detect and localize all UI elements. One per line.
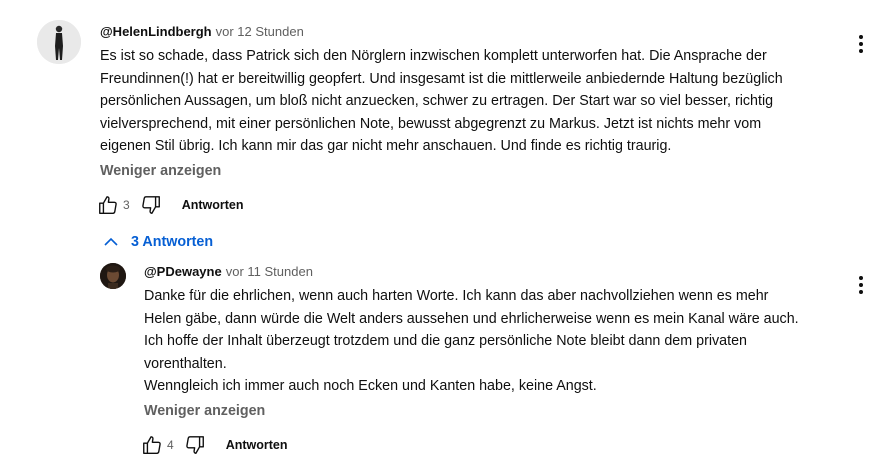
reply-text-line: Wenngleich ich immer auch noch Ecken und…	[144, 378, 597, 394]
reply-avatar-image	[100, 263, 126, 289]
like-icon	[143, 436, 161, 454]
reply-more-actions-button[interactable]	[851, 273, 871, 297]
like-icon	[99, 196, 117, 214]
comment-timestamp[interactable]: vor 12 Stunden	[216, 24, 304, 39]
comment-text-line: vielversprechend, mit einer persönlichen…	[100, 115, 762, 132]
show-less-button[interactable]: Weniger anzeigen	[100, 163, 221, 179]
reply-timestamp[interactable]: vor 11 Stunden	[226, 264, 313, 279]
reply-reply-button[interactable]: Antworten	[226, 438, 288, 452]
reply-text-line: Danke für die ehrlichen, wenn auch harte…	[144, 288, 769, 304]
reply-text: Danke für die ehrlichen, wenn auch harte…	[144, 285, 799, 398]
avatar[interactable]	[37, 20, 81, 64]
like-count: 3	[123, 198, 130, 212]
avatar-image	[37, 20, 81, 64]
dislike-icon	[141, 196, 160, 214]
comment-text-line: Es ist so schade, dass Patrick sich den …	[100, 48, 767, 64]
more-actions-button[interactable]	[851, 32, 871, 56]
reply-like-button[interactable]	[139, 433, 165, 457]
comment-text-line: persönlichen Aussagen, um bloß nicht anz…	[100, 93, 774, 109]
reply-text-line: Helen gäbe, dann würde die Welt anders a…	[144, 310, 799, 327]
comment-thread: @HelenLindbergh vor 12 Stunden Es ist so …	[0, 0, 888, 225]
reply-button[interactable]: Antworten	[182, 198, 244, 212]
like-button[interactable]	[95, 193, 121, 217]
comment-actions: 3 Antworten	[95, 193, 244, 217]
dislike-button[interactable]	[138, 193, 164, 217]
reply-like-count: 4	[167, 438, 174, 452]
reply-dislike-button[interactable]	[182, 433, 208, 457]
reply-actions: 4 Antworten	[139, 433, 288, 457]
replies-toggle-button[interactable]: 3 Antworten	[103, 231, 213, 253]
dislike-icon	[185, 436, 204, 454]
more-vert-icon	[859, 276, 863, 294]
replies-count-label: 3 Antworten	[131, 234, 214, 250]
reply-text-line: Ich hoffe der Inhalt überzeugt trotzdem …	[144, 333, 747, 349]
chevron-up-icon	[104, 237, 118, 246]
reply-avatar[interactable]	[100, 263, 126, 289]
comment-text-line: eigenen Stil übrig. Ich kann mir das gar…	[100, 138, 672, 154]
reply-thread: @PDewayne vor 11 Stunden Danke für die eh…	[0, 255, 888, 465]
author-name[interactable]: @HelenLindbergh	[100, 24, 212, 39]
more-vert-icon	[859, 35, 863, 53]
comment-text: Es ist so schade, dass Patrick sich den …	[100, 45, 783, 158]
reply-header: @PDewayne vor 11 Stunden	[144, 264, 313, 279]
reply-text-line: vorenthalten.	[144, 355, 227, 372]
comment-text-line: Freundinnen(!) hat er bereitwillig geopf…	[100, 70, 783, 87]
comment-header: @HelenLindbergh vor 12 Stunden	[100, 24, 304, 39]
reply-author-name[interactable]: @PDewayne	[144, 264, 222, 279]
reply-show-less-button[interactable]: Weniger anzeigen	[144, 403, 265, 419]
